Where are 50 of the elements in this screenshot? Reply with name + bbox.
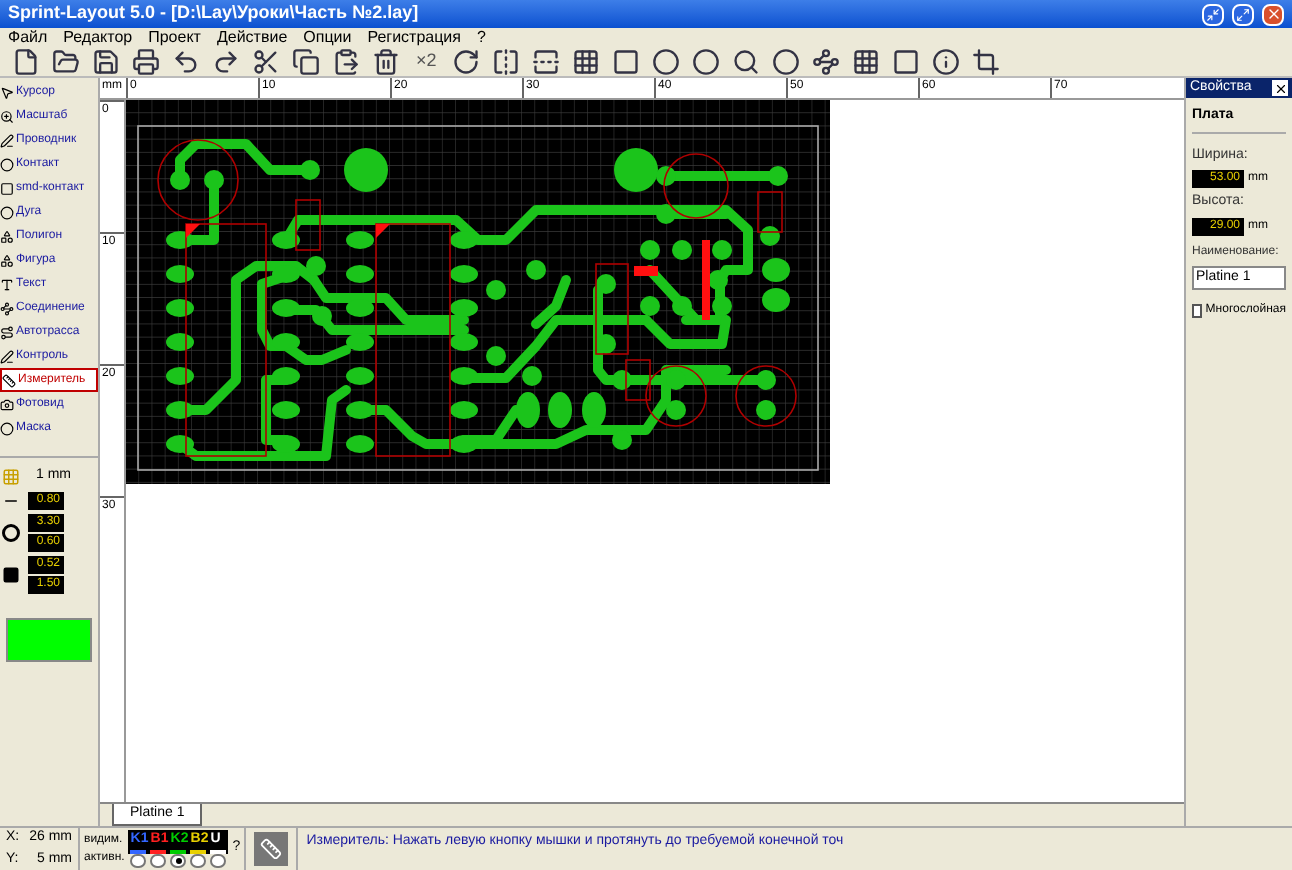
layer-radio[interactable] (170, 854, 187, 869)
layer-radio[interactable] (210, 854, 227, 869)
color-swatch[interactable] (6, 617, 92, 661)
maximize-button[interactable] (1232, 3, 1254, 25)
magnifier-icon (0, 109, 14, 123)
text-icon (0, 277, 14, 291)
circle-icon[interactable] (768, 44, 805, 80)
copy-icon[interactable] (288, 44, 324, 80)
rectangle-icon (0, 181, 14, 195)
ruler-icon (260, 838, 283, 860)
window-title: Sprint-Layout 5.0 - [D:\Lay\Уроки\Часть №2.lay] (8, 0, 421, 27)
close-button[interactable] (1272, 80, 1288, 96)
printer-icon[interactable] (128, 44, 164, 80)
crop-icon[interactable] (968, 44, 1005, 80)
menu-item[interactable]: Редактор (63, 26, 133, 50)
layer-radio[interactable] (190, 854, 207, 869)
multilayer-checkbox[interactable] (1192, 304, 1202, 318)
menu-item[interactable]: ? (476, 26, 486, 50)
ring-icon (0, 157, 14, 171)
minimize-icon (1206, 7, 1220, 21)
menu-item[interactable]: Опции (303, 26, 352, 50)
layer-radio[interactable] (130, 854, 147, 869)
shapes-icon (0, 253, 14, 267)
pen-icon (0, 133, 14, 147)
pen-icon (0, 349, 14, 363)
menu-item[interactable]: Файл (8, 26, 48, 50)
close-icon (1273, 81, 1287, 95)
cursor-icon (0, 85, 14, 99)
ruler-icon (2, 373, 16, 387)
camera-icon (0, 397, 14, 411)
nodes-icon[interactable] (808, 44, 845, 80)
menu-item[interactable]: Регистрация (367, 26, 461, 50)
maximize-icon (1236, 7, 1250, 21)
close-icon (1265, 6, 1281, 22)
shapes-icon (0, 229, 14, 243)
route-icon (0, 325, 14, 339)
menu-item[interactable]: Проект (148, 26, 201, 50)
layer-radio[interactable] (150, 854, 167, 869)
flip-vertical-icon[interactable] (528, 44, 565, 80)
zoom-factor-button[interactable]: ×2 (408, 48, 445, 76)
menu-item[interactable]: Действие (216, 26, 288, 50)
info-icon[interactable] (928, 44, 965, 80)
circle-icon (0, 205, 14, 219)
save-icon[interactable] (88, 44, 124, 80)
grid-icon (2, 467, 20, 486)
nodes-icon (0, 301, 14, 315)
circle-icon (0, 421, 14, 435)
pad-icon (2, 523, 20, 541)
minimize-button[interactable] (1202, 3, 1224, 25)
smd-pad-icon (2, 565, 20, 583)
